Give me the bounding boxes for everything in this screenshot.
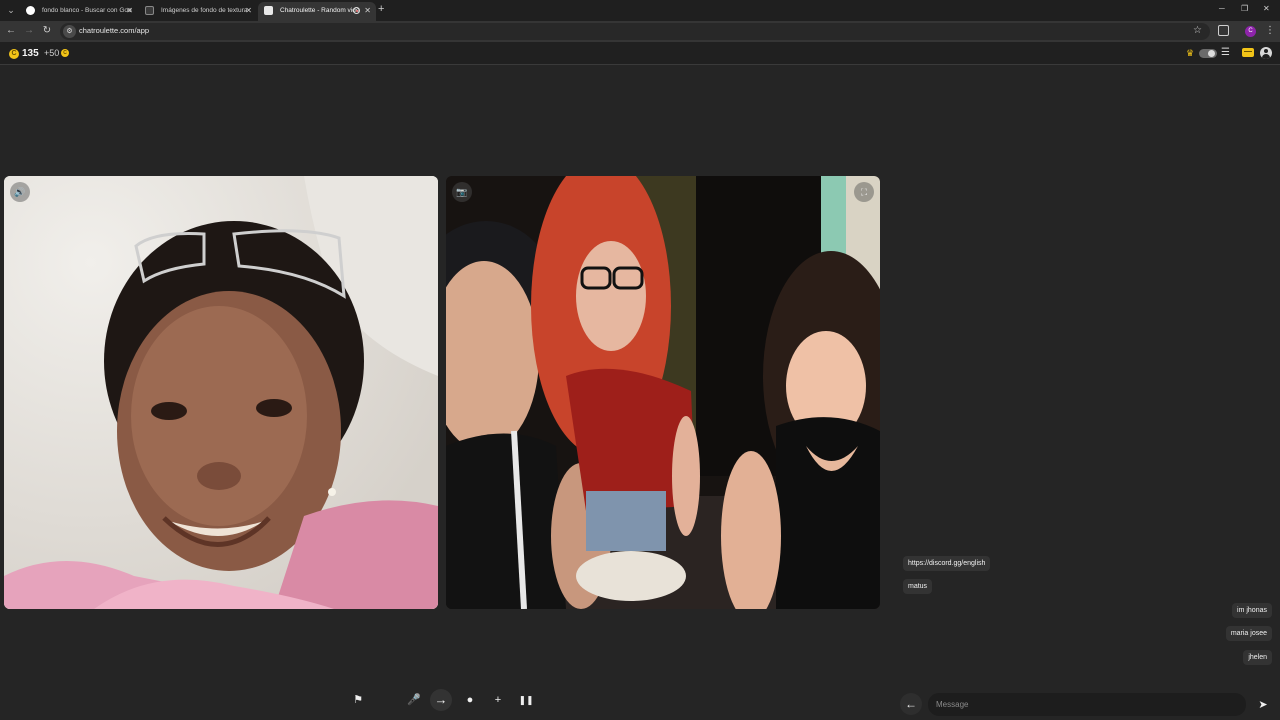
coin-bonus[interactable]: +50 xyxy=(44,48,59,58)
messages-icon[interactable] xyxy=(1242,48,1254,57)
remote-video-feed xyxy=(446,176,880,609)
chat-message-incoming[interactable]: https://discord.gg/english xyxy=(903,556,991,571)
tab-texture-images[interactable]: Imágenes de fondo de textura ✕ xyxy=(139,2,257,21)
reload-icon[interactable]: ↻ xyxy=(41,25,53,36)
chat-message-incoming: matus xyxy=(903,579,933,594)
coin-count[interactable]: 135 xyxy=(22,48,39,59)
tab-title: Chatroulette - Random vide xyxy=(280,7,360,14)
google-favicon-icon xyxy=(26,6,35,15)
tab-search-icon[interactable]: ⌄ xyxy=(4,3,18,17)
close-tab-icon[interactable]: ✕ xyxy=(364,2,371,19)
pause-icon[interactable]: ❚❚ xyxy=(518,692,534,708)
window-close-icon[interactable]: ✕ xyxy=(1263,4,1270,13)
browser-menu-icon[interactable]: ⋮ xyxy=(1265,25,1275,36)
mode-toggle[interactable] xyxy=(1199,49,1217,58)
send-icon[interactable]: ➤ xyxy=(1254,696,1272,714)
chat-message-outgoing: im jhonas xyxy=(1232,603,1272,618)
local-video: 🔊 xyxy=(4,176,438,609)
coin-icon: C xyxy=(9,49,19,59)
add-friend-icon[interactable]: + xyxy=(490,692,506,708)
new-tab-button[interactable]: + xyxy=(378,3,384,15)
bookmark-star-icon[interactable]: ☆ xyxy=(1193,25,1202,36)
next-button[interactable]: → xyxy=(430,689,452,711)
tab-title: fondo blanco - Buscar con Goo xyxy=(42,7,132,14)
url-text[interactable]: chatroulette.com/app xyxy=(79,26,149,35)
chatroulette-favicon-icon xyxy=(264,6,273,15)
image-favicon-icon xyxy=(145,6,154,15)
close-tab-icon[interactable]: ✕ xyxy=(245,2,252,19)
browser-toolbar: ← → ↻ ⚙ chatroulette.com/app ☆ C ⋮ xyxy=(0,21,1280,42)
message-input[interactable] xyxy=(928,693,1246,716)
camera-icon[interactable]: 📷 xyxy=(452,182,472,202)
chat-message-outgoing: jhelen xyxy=(1243,650,1272,665)
tab-title: Imágenes de fondo de textura xyxy=(161,7,248,14)
microphone-icon[interactable]: 🎤 xyxy=(406,692,422,708)
account-icon[interactable] xyxy=(1260,47,1272,59)
site-info-icon[interactable]: ⚙ xyxy=(63,25,76,38)
crown-icon[interactable]: ♛ xyxy=(1186,48,1194,59)
recording-indicator-icon xyxy=(353,7,360,14)
extensions-icon[interactable] xyxy=(1218,25,1229,36)
filter-sliders-icon[interactable]: ☰ xyxy=(1221,47,1230,58)
remote-video: 📷 ⛶ xyxy=(446,176,880,609)
tab-chatroulette[interactable]: Chatroulette - Random vide ✕ xyxy=(258,2,376,21)
back-arrow-icon[interactable]: ← xyxy=(5,25,17,36)
browser-tab-bar: ⌄ fondo blanco - Buscar con Goo ✕ Imágen… xyxy=(0,0,1280,21)
forward-arrow-icon[interactable]: → xyxy=(23,25,35,36)
profile-avatar[interactable]: C xyxy=(1245,26,1256,37)
small-coin-icon: C xyxy=(61,49,69,57)
restore-icon[interactable]: ❐ xyxy=(1241,4,1248,13)
minimize-icon[interactable]: ─ xyxy=(1219,4,1225,13)
report-flag-icon[interactable]: ⚑ xyxy=(350,692,366,708)
app-header: C 135 +50 C ♛ ☰ xyxy=(0,42,1280,65)
close-tab-icon[interactable]: ✕ xyxy=(126,2,133,19)
chat-message-outgoing: maria josee xyxy=(1225,626,1272,641)
fullscreen-icon[interactable]: ⛶ xyxy=(854,182,874,202)
address-bar[interactable]: ⚙ chatroulette.com/app xyxy=(60,23,1210,40)
chat-bubble-icon[interactable]: ● xyxy=(462,692,478,708)
back-arrow-button[interactable]: ← xyxy=(900,693,922,715)
volume-icon[interactable]: 🔊 xyxy=(10,182,30,202)
local-video-feed xyxy=(4,176,438,609)
tab-google-search[interactable]: fondo blanco - Buscar con Goo ✕ xyxy=(20,2,138,21)
